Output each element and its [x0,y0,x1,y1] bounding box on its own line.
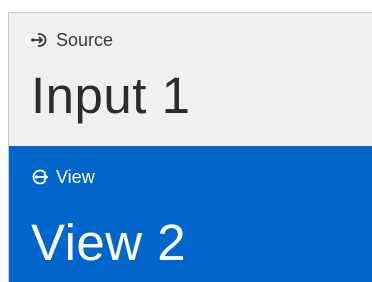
view-panel[interactable]: View View 2 [9,146,372,282]
source-value: Input 1 [31,67,191,124]
view-label-row: View [31,167,95,187]
router-status-frame: Source Input 1 View View 2 [8,12,372,282]
source-label: Source [56,30,114,50]
view-value: View 2 [31,214,187,271]
view-output-icon [31,168,49,186]
source-panel[interactable]: Source Input 1 [9,13,372,146]
view-label: View [56,167,95,187]
source-label-row: Source [31,30,113,50]
source-input-icon [31,31,49,49]
